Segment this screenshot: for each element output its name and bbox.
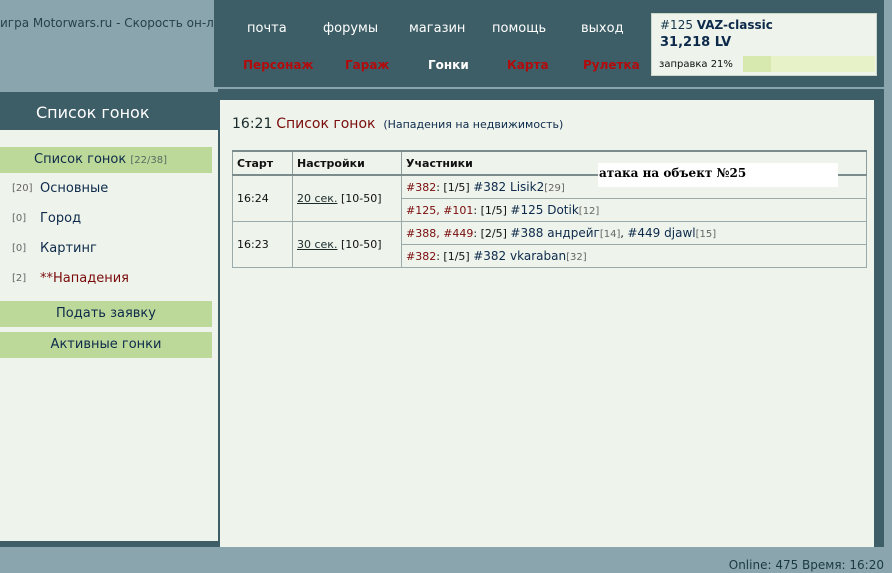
menu-item-label: Основные (40, 181, 109, 196)
left-header: Список гонок (0, 92, 218, 130)
player-nick: андрейг (547, 226, 600, 240)
player-id: #125 (510, 203, 544, 217)
car-name: #125 VAZ-classic (660, 18, 773, 32)
player-link[interactable]: #382 Lisik2 (473, 180, 544, 194)
entry-slots: [1/5] (480, 204, 507, 217)
nav-mail[interactable]: почта (247, 21, 287, 36)
menu-item-main[interactable]: [20] Основные (0, 178, 212, 202)
nav-roulette[interactable]: Рулетка (583, 58, 640, 72)
status-bar: Online: 475 Время: 16:20 (729, 558, 884, 572)
player-rank: [32] (566, 252, 587, 263)
nav-garage[interactable]: Гараж (345, 58, 389, 72)
player-rank: [15] (695, 229, 717, 240)
race-duration-link[interactable]: 20 сек. (297, 192, 337, 205)
site-title: игра Motorwars.ru - Скорость он-лайн (0, 16, 214, 30)
server-time: Время: 16:20 (802, 558, 884, 572)
nav-character[interactable]: Персонаж (243, 58, 313, 72)
entry-slots: [2/5] (480, 227, 507, 240)
fuel-label: заправка 21% (659, 59, 733, 70)
entry-cars: #388, #449 (406, 227, 474, 240)
player-link[interactable]: #449 djawl (627, 226, 695, 240)
entry-slots: [1/5] (443, 181, 470, 194)
left-footer-bar (0, 541, 218, 547)
car-info-box: #125 VAZ-classic 31,218 LV заправка 21% (651, 13, 877, 76)
submit-application-label: Подать заявку (56, 306, 156, 321)
race-start-time: 16:23 (232, 221, 293, 268)
entry-slots: [1/5] (443, 250, 470, 263)
entry-cars: #382 (406, 181, 437, 194)
race-entry[interactable]: #382: [1/5] #382 vkaraban[32] (401, 244, 867, 268)
menu-item-count: [2] (12, 273, 27, 284)
player-rank: [29] (544, 183, 565, 194)
active-races-label: Активные гонки (50, 337, 162, 352)
menu-race-list-text: Список гонок (34, 152, 127, 167)
col-settings: Настройки (292, 150, 402, 176)
submit-application-button[interactable]: Подать заявку (0, 301, 212, 327)
car-model[interactable]: VAZ-classic (697, 18, 773, 32)
nav-help[interactable]: помощь (492, 21, 546, 36)
menu-item-label: Город (40, 211, 82, 226)
player-nick: djawl (664, 226, 696, 240)
car-id: #125 (660, 18, 693, 32)
online-count: Online: 475 (728, 558, 799, 572)
race-level-range: [10-50] (340, 192, 382, 205)
menu-item-count: [20] (12, 183, 33, 194)
player-rank: [12] (578, 206, 600, 217)
col-start: Старт (232, 150, 293, 176)
player-id: #382 (473, 249, 507, 263)
race-settings: 20 сек. [10-50] (292, 174, 402, 222)
player-id: #388 (510, 226, 544, 240)
menu-item-label: Картинг (40, 241, 97, 256)
tooltip-text: атака на объект №25 (599, 166, 747, 180)
player-id: #449 (627, 226, 661, 240)
race-duration-link[interactable]: 30 сек. (297, 238, 337, 251)
menu-item-label: **Нападения (40, 271, 129, 286)
nav-logout[interactable]: выход (581, 21, 624, 36)
player-nick: vkaraban (510, 249, 567, 263)
page-subtitle: (Нападения на недвижимость) (383, 118, 564, 131)
heading-time: 16:21 (232, 116, 273, 132)
fuel-bar (743, 56, 875, 72)
active-races-button[interactable]: Активные гонки (0, 332, 212, 358)
player-link[interactable]: #382 vkaraban (473, 249, 566, 263)
menu-item-count: [0] (12, 213, 27, 224)
race-start-time: 16:24 (232, 174, 293, 222)
entry-cars: #382 (406, 250, 437, 263)
menu-race-list[interactable]: Список гонок [22/38] (0, 147, 212, 173)
player-rank: [14] (599, 229, 621, 240)
player-id: #382 (473, 180, 507, 194)
nav-forums[interactable]: форумы (323, 21, 378, 36)
page-heading: 16:21 Список гонок (Нападения на недвижи… (232, 116, 563, 132)
nav-races[interactable]: Гонки (428, 58, 469, 72)
left-header-title: Список гонок (36, 103, 150, 122)
left-menu: Список гонок [22/38] [20] Основные [0] Г… (0, 130, 218, 541)
race-settings: 30 сек. [10-50] (292, 221, 402, 268)
race-level-range: [10-50] (340, 238, 382, 251)
race-entry[interactable]: #125, #101: [1/5] #125 Dotik[12] (401, 198, 867, 222)
player-link[interactable]: #388 андрейг (510, 226, 599, 240)
menu-item-karting[interactable]: [0] Картинг (0, 238, 212, 262)
menu-item-attacks[interactable]: [2] **Нападения (0, 268, 212, 292)
table-row: 16:23 30 сек. [10-50] #388, #449: [2/5] … (232, 221, 867, 268)
tooltip: атака на объект №25 (598, 163, 838, 187)
menu-item-count: [0] (12, 243, 27, 254)
race-entry[interactable]: #388, #449: [2/5] #388 андрейг[14], #449… (401, 221, 867, 245)
menu-race-list-label: Список гонок [22/38] (34, 152, 167, 167)
player-nick: Dotik (547, 203, 579, 217)
player-nick: Lisik2 (510, 180, 545, 194)
fuel-bar-fill (743, 56, 771, 72)
nav-shop[interactable]: магазин (409, 21, 465, 36)
player-link[interactable]: #125 Dotik (510, 203, 578, 217)
menu-item-city[interactable]: [0] Город (0, 208, 212, 232)
page-title: Список гонок (276, 116, 376, 132)
nav-map[interactable]: Карта (507, 58, 549, 72)
balance: 31,218 LV (660, 35, 732, 50)
entry-cars: #125, #101 (406, 204, 474, 217)
menu-race-list-count: [22/38] (130, 155, 167, 166)
